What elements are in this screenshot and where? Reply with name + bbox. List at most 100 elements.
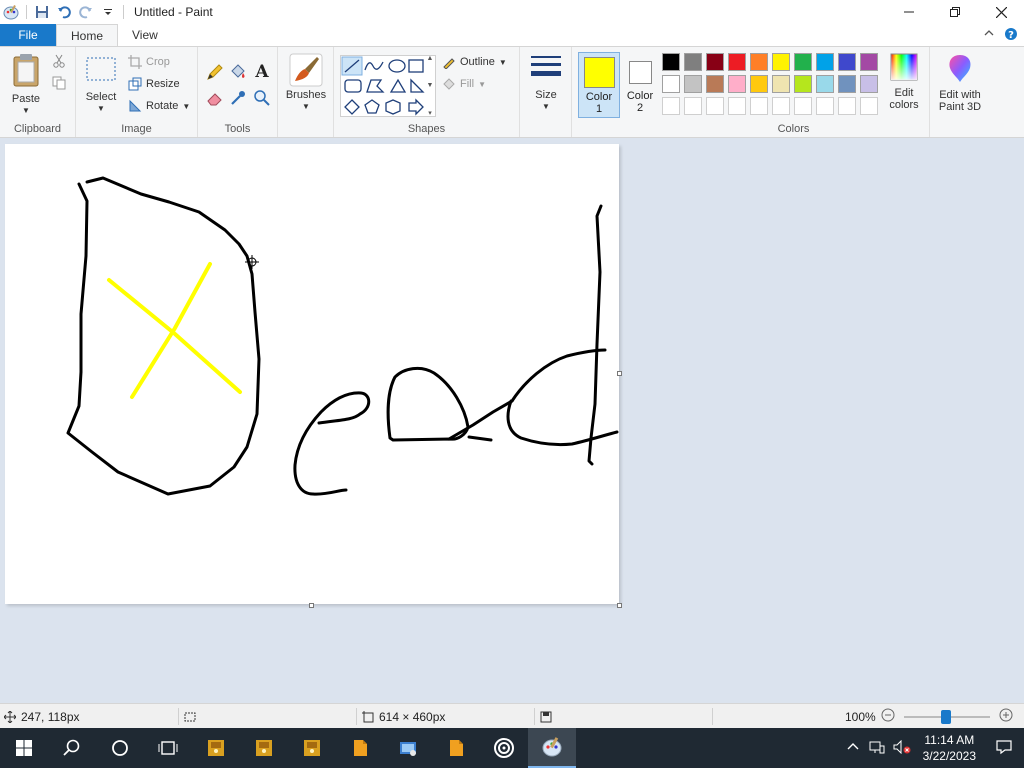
resize-handle-bottom[interactable] (309, 603, 314, 608)
palette-swatch[interactable] (772, 53, 790, 71)
palette-swatch[interactable] (684, 75, 702, 93)
maximize-button[interactable] (932, 0, 978, 24)
color2-button[interactable]: Color 2 (622, 52, 658, 118)
resize-handle-right[interactable] (617, 371, 622, 376)
cut-icon[interactable] (52, 54, 66, 71)
zoom-slider-thumb[interactable] (940, 709, 951, 724)
custom-color-slot[interactable] (662, 97, 680, 115)
volume-muted-icon[interactable] (889, 739, 915, 757)
brushes-button[interactable]: Brushes ▼ (283, 53, 329, 113)
palette-swatch[interactable] (750, 75, 768, 93)
clock-time: 11:14 AM (924, 733, 975, 747)
color1-button[interactable]: Color 1 (578, 52, 620, 118)
fill-bucket-icon[interactable] (229, 63, 247, 84)
palette-swatch[interactable] (706, 53, 724, 71)
edit-colors-button[interactable]: Edit colors (884, 53, 924, 111)
minimize-button[interactable] (886, 0, 932, 24)
letter-d2-stroke (506, 399, 619, 447)
taskbar-app-3[interactable] (288, 728, 336, 768)
zoom-out-button[interactable] (881, 708, 895, 725)
taskbar-app-2[interactable] (240, 728, 288, 768)
fill-icon (443, 78, 455, 90)
palette-swatch[interactable] (838, 75, 856, 93)
eraser-icon[interactable] (206, 89, 224, 110)
status-bar: 247, 118px 614 × 460px 100% (0, 703, 1024, 728)
tab-file[interactable]: File (0, 24, 56, 46)
shapes-scroll[interactable]: ▲ ▼ ▾ (424, 55, 436, 117)
text-tool-icon[interactable]: A (253, 61, 271, 84)
palette-swatch[interactable] (860, 53, 878, 71)
custom-color-slot[interactable] (750, 97, 768, 115)
cortana-button[interactable] (96, 728, 144, 768)
close-button[interactable] (978, 0, 1024, 24)
edit-with-paint3d-button[interactable]: Edit with Paint 3D (934, 53, 986, 113)
tab-view[interactable]: View (118, 24, 172, 46)
palette-swatch[interactable] (860, 75, 878, 93)
taskbar-app-1[interactable] (192, 728, 240, 768)
palette-swatch[interactable] (662, 75, 680, 93)
select-button[interactable]: Select ▼ (82, 55, 120, 115)
custom-color-slot[interactable] (684, 97, 702, 115)
window-title: Untitled - Paint (134, 5, 213, 19)
palette-swatch[interactable] (662, 53, 680, 71)
custom-color-slot[interactable] (706, 97, 724, 115)
palette-swatch[interactable] (684, 53, 702, 71)
tab-home[interactable]: Home (56, 24, 119, 46)
custom-color-slot[interactable] (838, 97, 856, 115)
resize-button[interactable]: Resize (128, 74, 180, 94)
palette-swatch[interactable] (816, 75, 834, 93)
clock[interactable]: 11:14 AM 3/22/2023 (915, 732, 984, 764)
start-button[interactable] (0, 728, 48, 768)
customize-quick-access-icon[interactable] (97, 1, 119, 23)
color-picker-icon[interactable] (229, 89, 247, 110)
taskbar-app-5[interactable] (384, 728, 432, 768)
show-hidden-icons[interactable] (841, 741, 865, 756)
help-icon[interactable]: ? (1004, 27, 1018, 44)
ribbon-tabs: File Home View ? (0, 24, 1024, 46)
paste-button[interactable]: Paste ▼ (6, 53, 46, 117)
zoom-slider[interactable] (903, 709, 990, 724)
taskbar-app-6[interactable] (432, 728, 480, 768)
copy-icon[interactable] (52, 76, 66, 93)
collapse-ribbon-icon[interactable] (984, 27, 994, 44)
redo-icon[interactable] (75, 1, 97, 23)
paint-app-icon[interactable] (0, 1, 22, 23)
resize-handle-corner[interactable] (617, 603, 622, 608)
rotate-button[interactable]: Rotate ▼ (128, 96, 190, 116)
ribbon: Paste ▼ Clipboard Select ▼ Crop Resize R… (0, 46, 1024, 138)
palette-swatch[interactable] (728, 75, 746, 93)
taskbar-paint[interactable] (528, 728, 576, 768)
custom-color-slot[interactable] (728, 97, 746, 115)
taskbar-app-4[interactable] (336, 728, 384, 768)
task-view-button[interactable] (144, 728, 192, 768)
palette-swatch[interactable] (728, 53, 746, 71)
chevron-down-icon: ▼ (302, 102, 310, 111)
custom-color-slot[interactable] (794, 97, 812, 115)
palette-swatch[interactable] (750, 53, 768, 71)
palette-swatch[interactable] (794, 75, 812, 93)
save-icon[interactable] (31, 1, 53, 23)
palette-swatch[interactable] (794, 53, 812, 71)
network-icon[interactable] (865, 740, 889, 757)
crop-button[interactable]: Crop (128, 52, 170, 72)
taskbar-app-7[interactable] (480, 728, 528, 768)
palette-swatch[interactable] (838, 53, 856, 71)
palette-swatch[interactable] (772, 75, 790, 93)
search-button[interactable] (48, 728, 96, 768)
size-button[interactable]: Size ▼ (526, 53, 566, 113)
resize-icon (128, 77, 142, 91)
magnifier-icon[interactable] (253, 89, 271, 110)
notifications-icon[interactable] (984, 739, 1024, 758)
custom-color-slot[interactable] (860, 97, 878, 115)
fill-button[interactable]: Fill ▼ (442, 74, 486, 94)
outline-button[interactable]: Outline ▼ (442, 52, 507, 72)
undo-icon[interactable] (53, 1, 75, 23)
colors-group: Edit colors Colors (658, 47, 930, 137)
custom-color-slot[interactable] (772, 97, 790, 115)
pencil-icon[interactable] (206, 63, 224, 84)
drawing-canvas[interactable] (5, 144, 619, 604)
zoom-in-button[interactable] (999, 708, 1013, 725)
custom-color-slot[interactable] (816, 97, 834, 115)
palette-swatch[interactable] (706, 75, 724, 93)
palette-swatch[interactable] (816, 53, 834, 71)
